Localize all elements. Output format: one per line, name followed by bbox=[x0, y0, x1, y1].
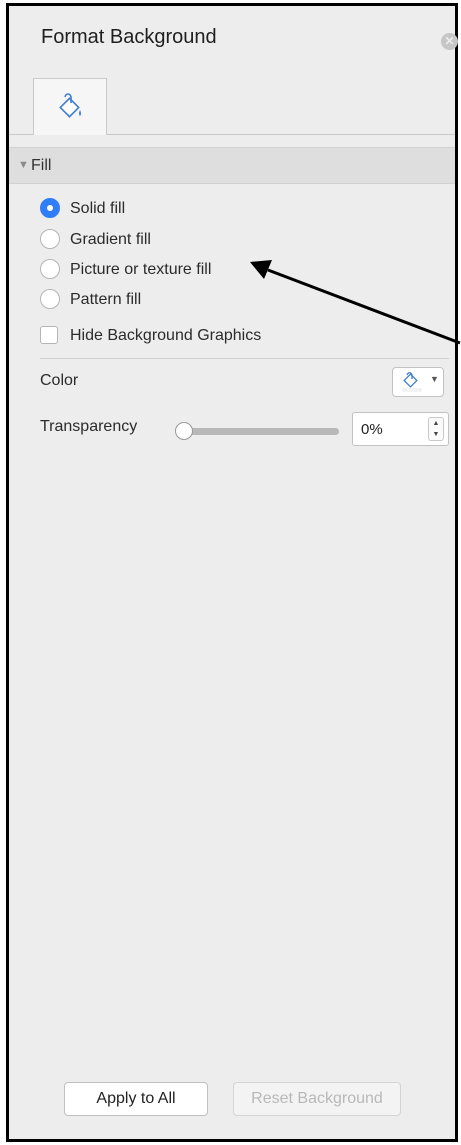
annotation-arrow bbox=[250, 260, 461, 345]
